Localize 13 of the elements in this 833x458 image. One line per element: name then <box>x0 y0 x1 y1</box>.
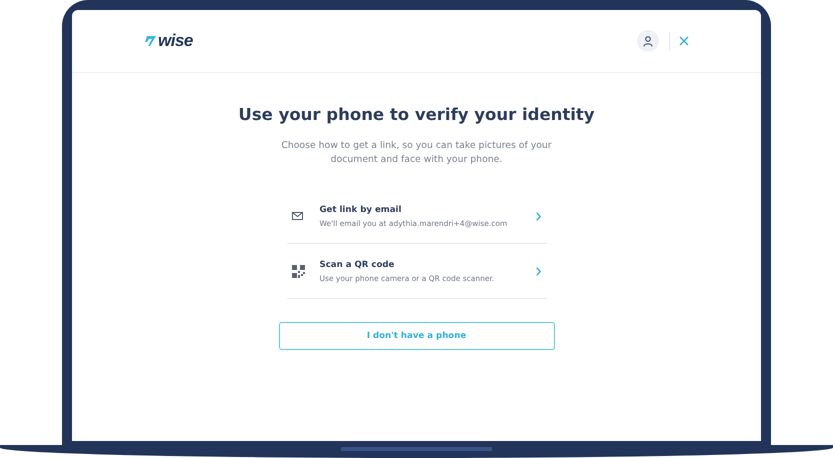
wise-logo: wise <box>158 31 193 51</box>
option-title: Scan a QR code <box>320 260 396 270</box>
chevron-right-icon <box>536 212 540 220</box>
page-title: Use your phone to verify your identity <box>238 105 595 124</box>
page-subtitle: Choose how to get a link, so you can take pictures of your document and face with your phone. <box>280 139 553 167</box>
option-title: Get link by email <box>320 204 402 214</box>
person-icon <box>643 36 653 46</box>
profile-button[interactable] <box>637 30 659 52</box>
qr-code-icon <box>292 264 304 278</box>
flag-icon <box>145 36 156 46</box>
envelope-icon <box>292 212 302 220</box>
chevron-right-icon <box>536 266 540 276</box>
close-icon <box>679 36 689 46</box>
